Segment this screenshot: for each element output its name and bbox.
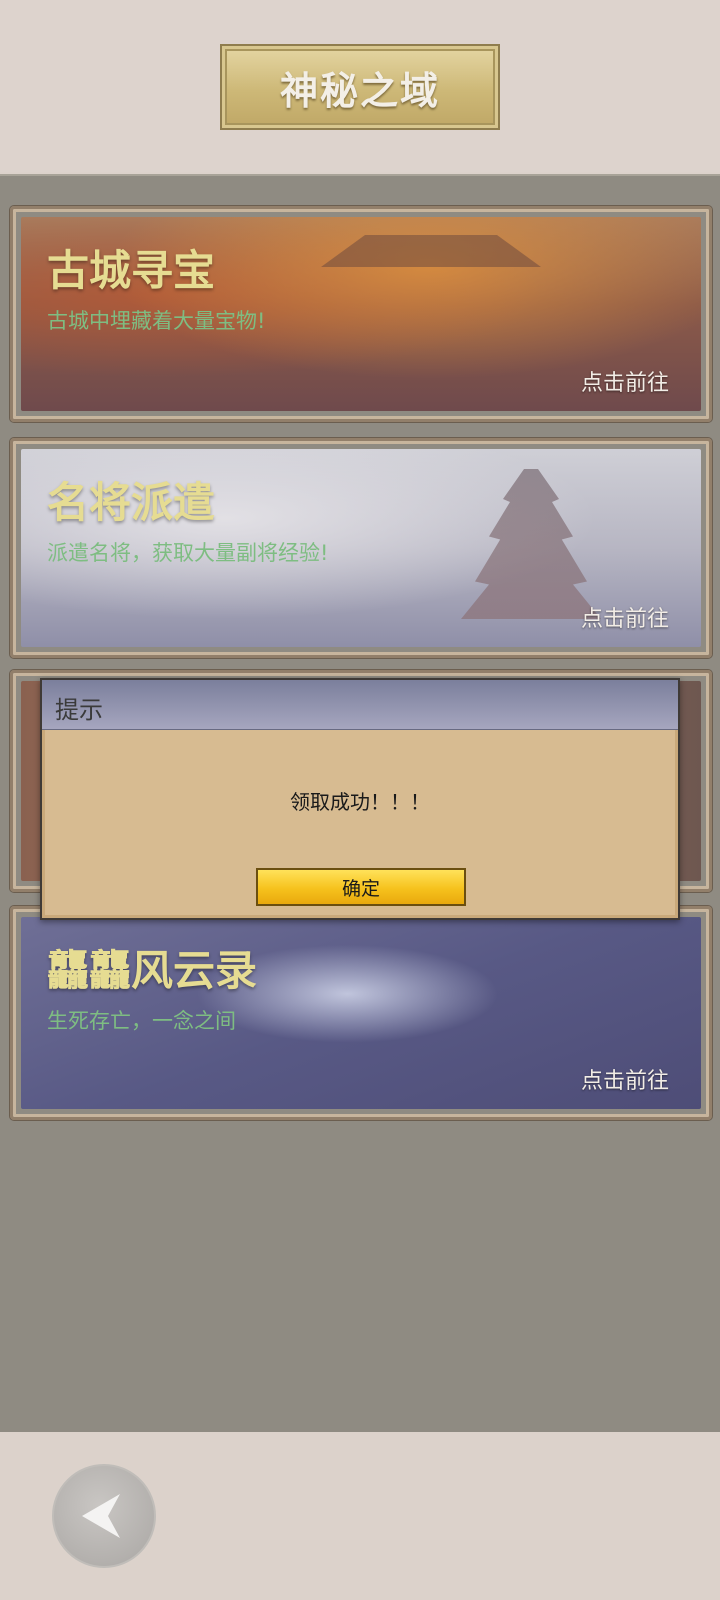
back-arrow-icon (82, 1494, 120, 1538)
notice-dialog: 提示 领取成功！！！ 确定 (40, 678, 680, 920)
page-title: 神秘之域 (279, 68, 440, 113)
activity-card-dispatch[interactable]: 名将派遣 派遣名将，获取大量副将经验! 点击前往 (10, 438, 712, 658)
activity-card-treasure[interactable]: 古城寻宝 古城中埋藏着大量宝物! 点击前往 (10, 206, 712, 422)
card-description: 生死存亡，一念之间 (47, 1009, 236, 1033)
card-go-button[interactable]: 点击前往 (581, 601, 669, 633)
confirm-button[interactable]: 确定 (256, 868, 466, 906)
dialog-header: 提示 (42, 680, 678, 730)
card-title: 名将派遣 (47, 478, 216, 527)
dialog-title: 提示 (55, 696, 103, 724)
top-header: 神秘之域 (0, 0, 720, 172)
bottom-bar (0, 1432, 720, 1600)
activity-card-chronicle[interactable]: 龘龘风云录 生死存亡，一念之间 点击前往 (10, 906, 712, 1120)
card-go-button[interactable]: 点击前往 (581, 1063, 669, 1095)
card-title: 古城寻宝 (47, 246, 216, 295)
card-title: 龘龘风云录 (47, 946, 258, 995)
card-description: 古城中埋藏着大量宝物! (47, 309, 266, 333)
card-description: 派遣名将，获取大量副将经验! (47, 541, 329, 565)
card-go-button[interactable]: 点击前往 (581, 365, 669, 397)
back-button[interactable] (52, 1464, 156, 1568)
page-title-plate: 神秘之域 (220, 44, 500, 130)
dialog-message: 领取成功！！！ (290, 790, 430, 814)
